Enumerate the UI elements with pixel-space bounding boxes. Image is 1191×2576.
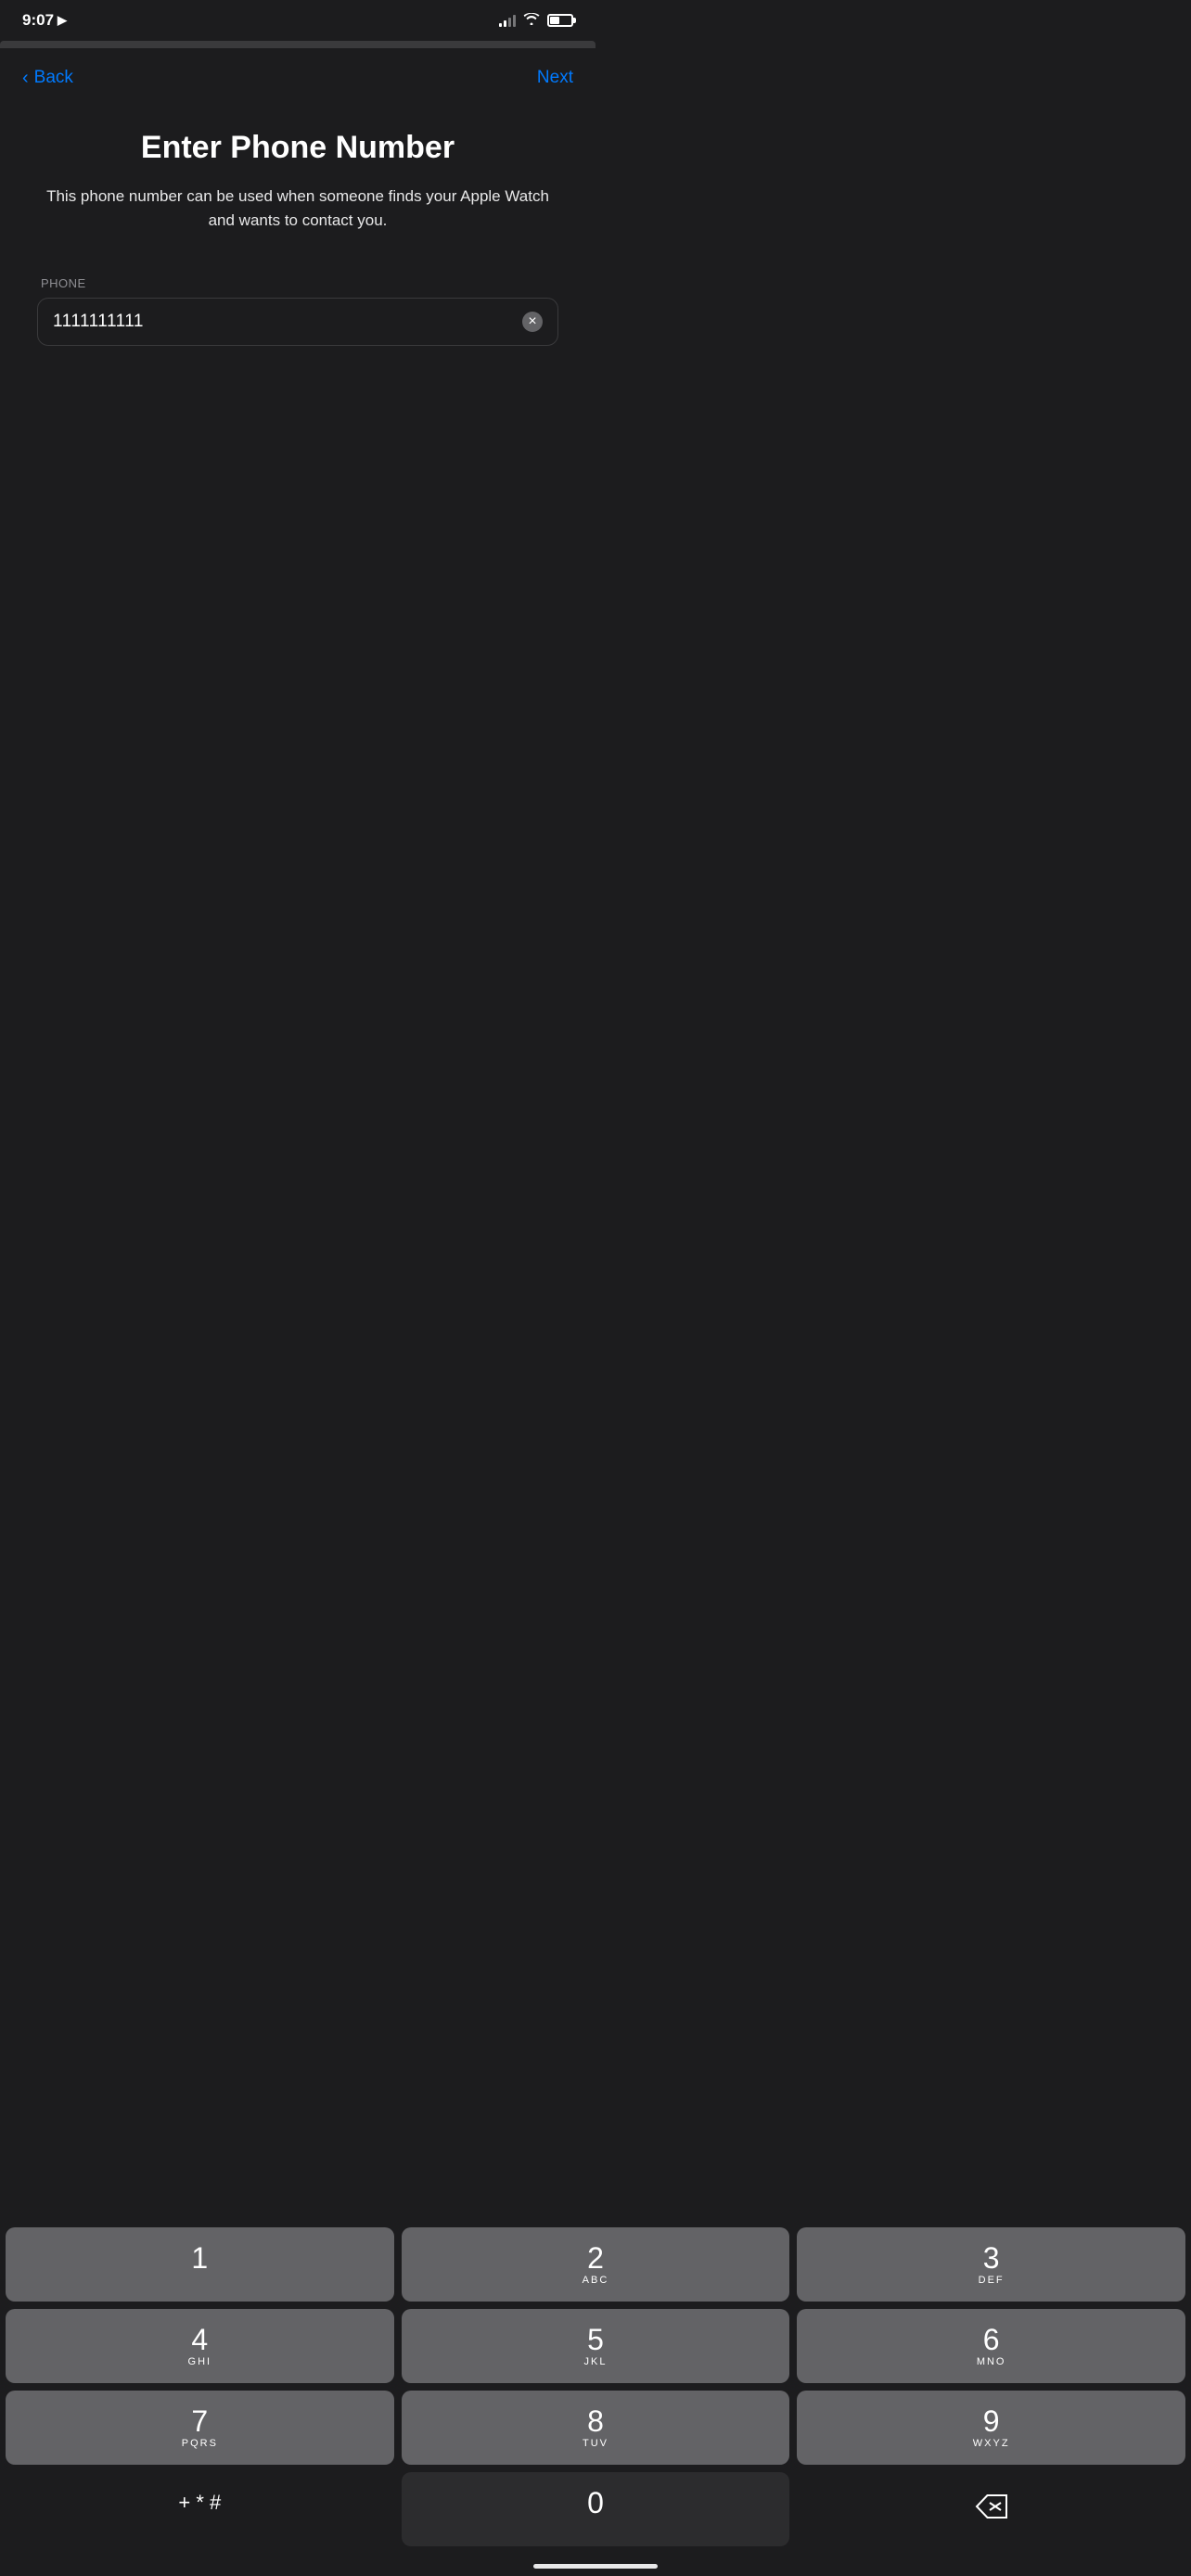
key-symbols[interactable]: + * #	[6, 2472, 394, 2546]
main-content: Enter Phone Number This phone number can…	[0, 108, 596, 346]
key-6[interactable]: 6 MNO	[797, 2309, 1185, 2383]
key-5[interactable]: 5 JKL	[402, 2309, 790, 2383]
phone-field-label: PHONE	[37, 276, 558, 290]
keypad-grid: 1 2 ABC 3 DEF 4 GHI 5 JKL 6 MNO 7 PQRS	[6, 2227, 1185, 2546]
clear-button[interactable]	[522, 312, 543, 332]
key-1[interactable]: 1	[6, 2227, 394, 2302]
next-button[interactable]: Next	[537, 68, 573, 88]
key-8[interactable]: 8 TUV	[402, 2391, 790, 2465]
keypad: 1 2 ABC 3 DEF 4 GHI 5 JKL 6 MNO 7 PQRS	[0, 2227, 1191, 2546]
phone-input-value: 1111111111	[53, 312, 522, 332]
page-title: Enter Phone Number	[37, 130, 558, 166]
wifi-icon	[523, 13, 540, 28]
key-7[interactable]: 7 PQRS	[6, 2391, 394, 2465]
back-label: Back	[34, 68, 73, 88]
phone-field-section: PHONE 1111111111	[37, 276, 558, 346]
nav-bar: ‹ Back Next	[0, 48, 596, 108]
page-subtitle: This phone number can be used when someo…	[37, 185, 558, 232]
home-indicator	[533, 2564, 658, 2569]
next-label: Next	[537, 68, 573, 87]
phone-input-container[interactable]: 1111111111	[37, 298, 558, 346]
key-9[interactable]: 9 WXYZ	[797, 2391, 1185, 2465]
key-0[interactable]: 0	[402, 2472, 790, 2546]
time-display: 9:07	[22, 11, 54, 30]
key-2[interactable]: 2 ABC	[402, 2227, 790, 2302]
key-4[interactable]: 4 GHI	[6, 2309, 394, 2383]
top-hint	[0, 41, 596, 48]
back-button[interactable]: ‹ Back	[22, 68, 73, 89]
status-bar: 9:07 ▶	[0, 0, 596, 41]
back-chevron: ‹	[22, 68, 29, 89]
key-backspace[interactable]	[797, 2472, 1185, 2546]
status-icons	[499, 13, 573, 28]
key-3[interactable]: 3 DEF	[797, 2227, 1185, 2302]
backspace-icon	[975, 2494, 1008, 2525]
signal-bars	[499, 14, 516, 27]
status-time: 9:07 ▶	[22, 11, 67, 30]
battery-icon	[547, 14, 573, 27]
location-icon: ▶	[58, 13, 67, 28]
